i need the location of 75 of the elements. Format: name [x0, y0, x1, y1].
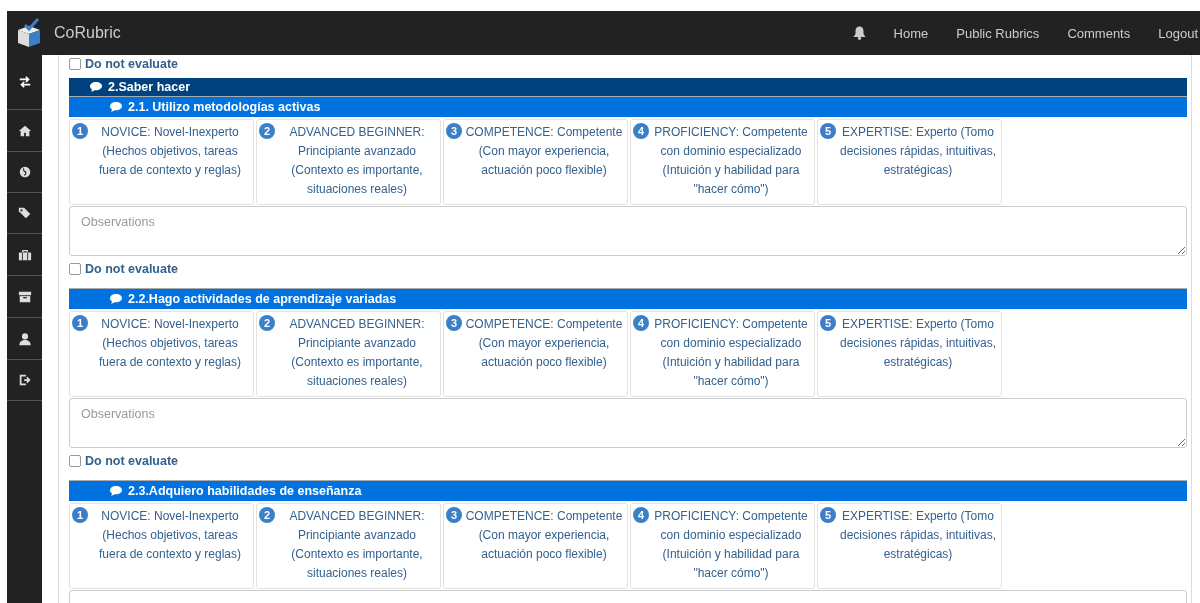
level-description: EXPERTISE: Experto (Tomo decisiones rápidas, intuitivas, estratégicas) — [838, 316, 998, 371]
level-description: ADVANCED BEGINNER: Principiante avanzado (Contexto es importante, situaciones reales) — [288, 316, 426, 390]
globe-icon[interactable] — [17, 165, 32, 179]
briefcase-icon[interactable] — [17, 247, 32, 262]
section-title: 2.Saber hacer — [108, 80, 190, 94]
level-number: 3 — [446, 315, 462, 331]
swap-icon[interactable] — [17, 75, 32, 89]
level-option[interactable]: 2 ADVANCED BEGINNER: Principiante avanzado (Contexto es importante, situaciones reales) — [256, 311, 441, 397]
level-number: 1 — [72, 315, 88, 331]
level-option[interactable]: 1 NOVICE: Novel-Inexperto (Hechos objetivos, tareas fuera de contexto y reglas) — [69, 503, 254, 589]
brand-name[interactable]: CoRubric — [54, 24, 121, 42]
nav-link[interactable]: Logout — [1158, 25, 1198, 41]
level-option[interactable]: 5 EXPERTISE: Experto (Tomo decisiones rápidas, intuitivas, estratégicas) — [817, 503, 1002, 589]
level-number: 4 — [633, 507, 649, 523]
checkbox[interactable] — [69, 263, 81, 275]
level-number: 5 — [820, 507, 836, 523]
level-option[interactable]: 4 PROFICIENCY: Competente con dominio especializado (Intuición y habilidad para "hacer cómo") — [630, 119, 815, 205]
observations-field[interactable]: Observations — [69, 398, 1187, 448]
checkbox[interactable] — [69, 455, 81, 467]
level-number: 1 — [72, 507, 88, 523]
comment-icon — [109, 293, 123, 305]
level-description: ADVANCED BEGINNER: Principiante avanzado (Contexto es importante, situaciones reales) — [288, 508, 426, 582]
criterion-title: 2.1. Utilizo metodologías activas — [128, 100, 321, 114]
level-description: ADVANCED BEGINNER: Principiante avanzado (Contexto es importante, situaciones reales) — [288, 124, 426, 198]
level-number: 5 — [820, 315, 836, 331]
level-number: 2 — [259, 507, 275, 523]
level-number: 2 — [259, 123, 275, 139]
level-description: PROFICIENCY: Competente con dominio especializado (Intuición y habilidad para "hacer cómo") — [653, 316, 809, 390]
level-option[interactable]: 1 NOVICE: Novel-Inexperto (Hechos objetivos, tareas fuera de contexto y reglas) — [69, 311, 254, 397]
level-description: NOVICE: Novel-Inexperto (Hechos objetivos, tareas fuera de contexto y reglas) — [97, 508, 243, 563]
comment-icon — [109, 485, 123, 497]
observations-field[interactable]: Observations — [69, 206, 1187, 256]
level-description: COMPETENCE: Competente (Con mayor experiencia, actuación poco flexible) — [464, 124, 624, 179]
criterion-title: 2.2.Hago actividades de aprendizaje variadas — [128, 292, 397, 306]
level-option[interactable]: 5 EXPERTISE: Experto (Tomo decisiones rápidas, intuitivas, estratégicas) — [817, 119, 1002, 205]
level-number: 2 — [259, 315, 275, 331]
level-option[interactable]: 2 ADVANCED BEGINNER: Principiante avanzado (Contexto es importante, situaciones reales) — [256, 503, 441, 589]
level-number: 3 — [446, 507, 462, 523]
level-number: 1 — [72, 123, 88, 139]
level-option[interactable]: 4 PROFICIENCY: Competente con dominio especializado (Intuición y habilidad para "hacer cómo") — [630, 311, 815, 397]
level-description: NOVICE: Novel-Inexperto (Hechos objetivos, tareas fuera de contexto y reglas) — [97, 124, 243, 179]
level-number: 4 — [633, 315, 649, 331]
level-option[interactable]: 1 NOVICE: Novel-Inexperto (Hechos objetivos, tareas fuera de contexto y reglas) — [69, 119, 254, 205]
archive-icon[interactable] — [17, 289, 32, 304]
level-description: COMPETENCE: Competente (Con mayor experiencia, actuación poco flexible) — [464, 508, 624, 563]
nav-link[interactable]: Public Rubrics — [956, 25, 1040, 41]
level-number: 4 — [633, 123, 649, 139]
level-option[interactable]: 3 COMPETENCE: Competente (Con mayor experiencia, actuación poco flexible) — [443, 311, 628, 397]
checkbox-label[interactable]: Do not evaluate — [85, 454, 179, 468]
level-option[interactable]: 3 COMPETENCE: Competente (Con mayor experiencia, actuación poco flexible) — [443, 119, 628, 205]
level-description: NOVICE: Novel-Inexperto (Hechos objetivos, tareas fuera de contexto y reglas) — [97, 316, 243, 371]
level-option[interactable]: 4 PROFICIENCY: Competente con dominio especializado (Intuición y habilidad para "hacer cómo") — [630, 503, 815, 589]
criterion-title: 2.3.Adquiero habilidades de enseñanza — [128, 484, 362, 498]
level-description: PROFICIENCY: Competente con dominio especializado (Intuición y habilidad para "hacer cómo") — [653, 508, 809, 582]
comment-icon — [89, 81, 103, 93]
logout-icon[interactable] — [17, 373, 32, 387]
user-icon[interactable] — [17, 331, 32, 346]
level-option[interactable]: 2 ADVANCED BEGINNER: Principiante avanzado (Contexto es importante, situaciones reales) — [256, 119, 441, 205]
home-icon[interactable] — [17, 123, 32, 138]
level-option[interactable]: 3 COMPETENCE: Competente (Con mayor experiencia, actuación poco flexible) — [443, 503, 628, 589]
level-option[interactable]: 5 EXPERTISE: Experto (Tomo decisiones rápidas, intuitivas, estratégicas) — [817, 311, 1002, 397]
checkbox[interactable] — [69, 58, 81, 70]
comment-icon — [109, 101, 123, 113]
nav-link[interactable]: Comments — [1067, 25, 1131, 41]
checkbox-label[interactable]: Do not evaluate — [85, 57, 179, 71]
tags-icon[interactable] — [17, 206, 32, 220]
level-description: COMPETENCE: Competente (Con mayor experiencia, actuación poco flexible) — [464, 316, 624, 371]
level-number: 3 — [446, 123, 462, 139]
level-description: PROFICIENCY: Competente con dominio especializado (Intuición y habilidad para "hacer cómo") — [653, 124, 809, 198]
logo-icon — [16, 18, 42, 48]
level-number: 5 — [820, 123, 836, 139]
nav-link[interactable]: Home — [893, 25, 929, 41]
level-description: EXPERTISE: Experto (Tomo decisiones rápidas, intuitivas, estratégicas) — [838, 508, 998, 563]
checkbox-label[interactable]: Do not evaluate — [85, 262, 179, 276]
level-description: EXPERTISE: Experto (Tomo decisiones rápidas, intuitivas, estratégicas) — [838, 124, 998, 179]
